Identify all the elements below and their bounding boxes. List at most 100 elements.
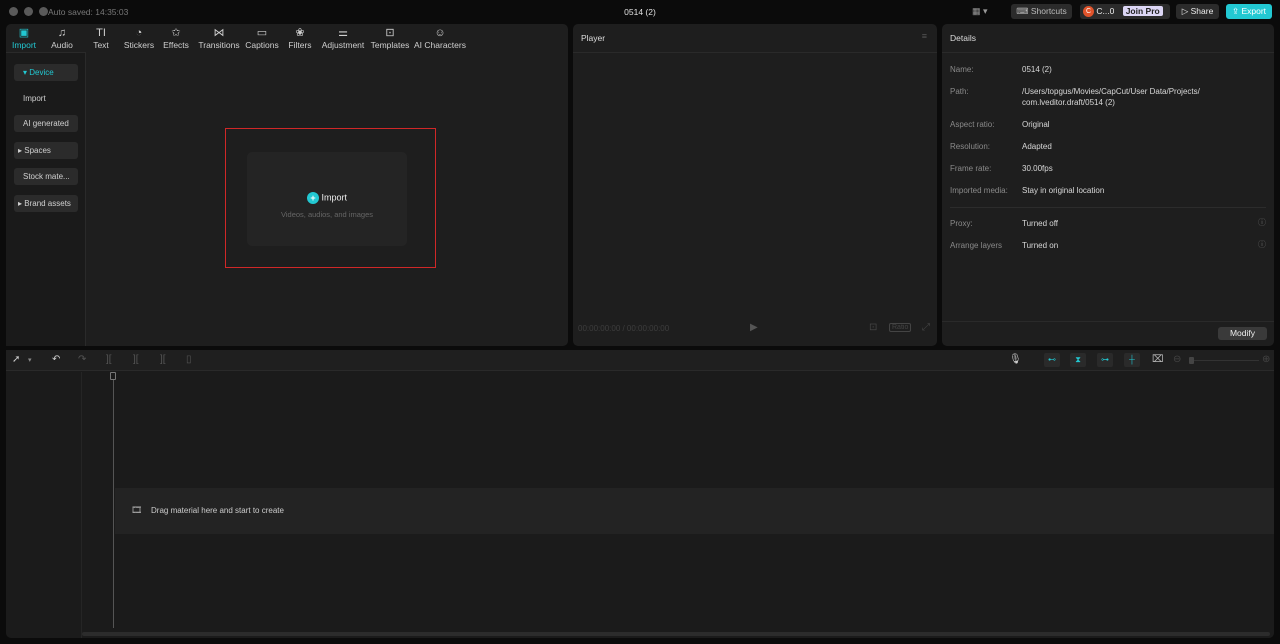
tab-audio[interactable]: ♫ Audio [48,26,76,50]
path-value: /Users/topgus/Movies/CapCut/User Data/Pr… [1022,87,1200,96]
shortcuts-button[interactable]: ⌨ Shortcuts [1011,4,1072,19]
select-tool-icon[interactable]: ➚ [12,354,20,365]
transitions-icon: ⋈ [213,27,225,39]
timecode: 00:00:00:00 / 00:00:00:00 [578,324,670,333]
tab-effects[interactable]: ✩ Effects [161,26,191,50]
help-icon[interactable]: ⓘ [1258,239,1266,250]
horizontal-scrollbar[interactable] [82,632,1270,636]
redo-icon[interactable]: ↷ [78,354,86,365]
chevron-down-icon[interactable]: ▾ [28,356,32,364]
export-button[interactable]: ⇪ Export [1226,4,1272,19]
details-panel: Details Name: 0514 (2) Path: /Users/topgus… [942,24,1274,346]
zoom-fit-icon[interactable]: ⊡ [869,322,877,333]
sidebar-item-device[interactable]: ▾ Device [14,64,78,81]
share-button[interactable]: ▷ Share [1176,4,1219,19]
resolution-value: Adapted [1022,142,1052,151]
sidebar-item-import[interactable]: Import [14,90,78,107]
modify-button[interactable]: Modify [1218,327,1267,340]
film-icon: 🎞 [131,505,143,515]
main-track-magnet-icon[interactable]: ⊷ [1044,353,1060,367]
aspect-ratio-label: Aspect ratio: [950,120,995,129]
sidebar-item-spaces[interactable]: ▸ Spaces [14,142,78,159]
menu-icon[interactable]: ≡ [922,31,927,41]
ratio-button[interactable]: Ratio [889,323,912,332]
timeline-toolbar: ➚ ▾ ↶ ↷ ][ ][ ][ ▯ 🎙 ⊷ ⧗ ⊶ ┼ ⌧ ⊖ ⊕ [6,350,1274,371]
arrange-layers-label: Arrange layers [950,241,1003,250]
path-value-line2: com.lveditor.draft/0514 (2) [1022,98,1115,107]
tab-captions[interactable]: ▭ Captions [244,26,280,50]
timeline-panel: ➚ ▾ ↶ ↷ ][ ][ ][ ▯ 🎙 ⊷ ⧗ ⊶ ┼ ⌧ ⊖ ⊕ 🎞 Dra… [6,350,1274,638]
playhead-handle[interactable] [110,372,116,380]
sidebar-item-stock-material[interactable]: Stock mate... [14,168,78,185]
imported-media-label: Imported media: [950,186,1008,195]
maximize-window-button[interactable] [39,7,48,16]
delete-icon[interactable]: ▯ [186,354,192,365]
tab-stickers[interactable]: ◔ Stickers [121,26,157,50]
import-label: Import [321,192,348,203]
split-left-icon[interactable]: ][ [133,354,139,365]
frame-rate-label: Frame rate: [950,164,992,173]
proxy-label: Proxy: [950,219,973,228]
templates-icon: ⊡ [385,27,395,39]
tab-filters[interactable]: ❀ Filters [286,26,314,50]
import-icon: ▣ [18,27,30,39]
linkage-icon[interactable]: ⊶ [1097,353,1113,367]
effects-icon: ✩ [171,27,181,39]
frame-rate-value: 30.00fps [1022,164,1053,173]
main-track-dropzone[interactable]: 🎞 Drag material here and start to create [115,488,1274,534]
drop-hint: Drag material here and start to create [151,506,284,515]
name-value: 0514 (2) [1022,65,1052,74]
preview-axis-icon[interactable]: ┼ [1124,353,1140,367]
avatar: C [1083,6,1094,18]
tab-transitions[interactable]: ⋈ Transitions [197,26,241,50]
aspect-ratio-value: Original [1022,120,1050,129]
import-dropzone[interactable]: + Import Videos, audios, and images [247,152,407,246]
track-headers [6,372,82,638]
share-icon: ▷ [1181,6,1191,16]
arrange-layers-value[interactable]: Turned on [1022,240,1058,251]
microphone-icon[interactable]: 🎙 [1009,354,1022,365]
undo-icon[interactable]: ↶ [52,354,60,365]
plus-icon: + [306,192,319,204]
user-name: C...0 [1096,6,1115,16]
tab-ai-characters[interactable]: ☺ AI Characters [414,26,466,50]
fullscreen-icon[interactable]: ⤢ [922,322,930,333]
account-button[interactable]: C C...0 Join Pro [1080,4,1170,19]
audio-icon: ♫ [57,27,67,39]
minimize-window-button[interactable] [24,7,33,16]
zoom-in-icon[interactable]: ⊕ [1262,354,1270,365]
join-pro-button[interactable]: Join Pro [1122,6,1163,16]
stickers-icon: ◔ [135,27,143,39]
tab-import[interactable]: ▣ Import [8,26,40,50]
sidebar-item-brand-assets[interactable]: ▸ Brand assets [14,195,78,212]
sidebar-item-ai-generated[interactable]: AI generated [14,115,78,132]
tab-templates[interactable]: ⊡ Templates [369,26,411,50]
preview-quality-icon[interactable]: ⌧ [1152,354,1164,365]
imported-media-value: Stay in original location [1022,186,1105,195]
proxy-value[interactable]: Turned off [1022,218,1058,229]
tab-text[interactable]: TI Text [87,26,115,50]
media-panel: ▾ Device Import AI generated ▸ Spaces St… [6,24,568,346]
auto-snap-icon[interactable]: ⧗ [1070,353,1086,367]
ai-characters-icon: ☺ [434,27,446,39]
captions-icon: ▭ [256,27,268,39]
zoom-out-icon[interactable]: ⊖ [1173,354,1181,365]
close-window-button[interactable] [9,7,18,16]
split-icon[interactable]: ][ [106,354,112,365]
path-label: Path: [950,87,969,96]
layout-menu-icon[interactable]: ▦ ▾ [972,6,988,17]
adjustment-icon: ⚌ [338,27,348,39]
name-label: Name: [950,65,974,74]
timeline-zoom-slider[interactable] [1189,357,1259,364]
play-button[interactable]: ▶ [750,322,758,333]
filters-icon: ❀ [295,27,305,39]
tab-adjustment[interactable]: ⚌ Adjustment [321,26,365,50]
help-icon[interactable]: ⓘ [1258,217,1266,228]
playhead-line [113,380,114,628]
details-title: Details [950,33,976,43]
auto-saved-status: Auto saved: 14:35:03 [48,7,129,17]
text-icon: TI [96,27,106,39]
media-sidebar: ▾ Device Import AI generated ▸ Spaces St… [6,52,86,346]
split-right-icon[interactable]: ][ [160,354,166,365]
player-panel: Player ≡ 00:00:00:00 / 00:00:00:00 ▶ ⊡ R… [573,24,937,346]
